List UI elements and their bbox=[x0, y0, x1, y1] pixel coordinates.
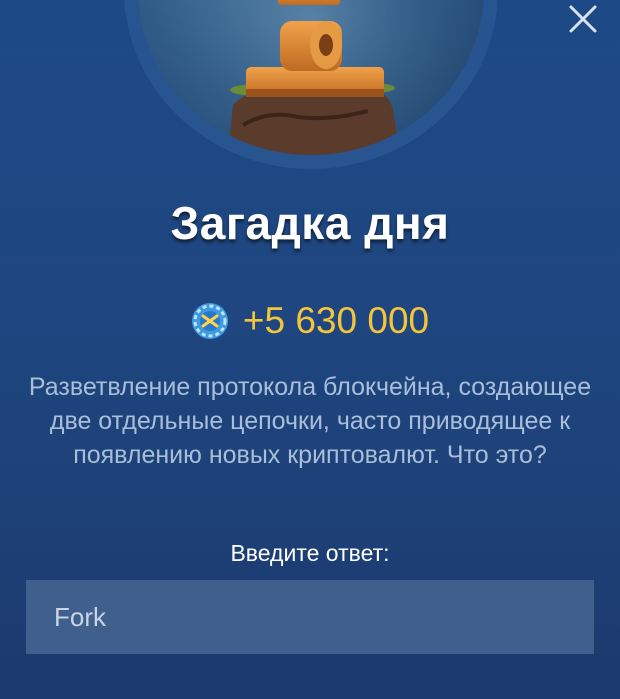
close-icon bbox=[569, 5, 597, 33]
riddle-question: Разветвление протокола блокчейна, создаю… bbox=[28, 373, 592, 469]
coin-icon bbox=[191, 303, 228, 339]
answer-label: Введите ответ: bbox=[230, 540, 390, 566]
page-title: Загадка дня bbox=[170, 197, 450, 249]
reward-amount: +5 630 000 bbox=[242, 300, 430, 341]
close-button[interactable] bbox=[566, 2, 600, 36]
reward-row: +5 630 000 bbox=[0, 300, 620, 342]
answer-input[interactable]: Fork bbox=[26, 580, 594, 654]
puzzle-illustration bbox=[138, 0, 484, 155]
hero-illustration bbox=[138, 0, 484, 155]
answer-value: Fork bbox=[54, 601, 106, 632]
